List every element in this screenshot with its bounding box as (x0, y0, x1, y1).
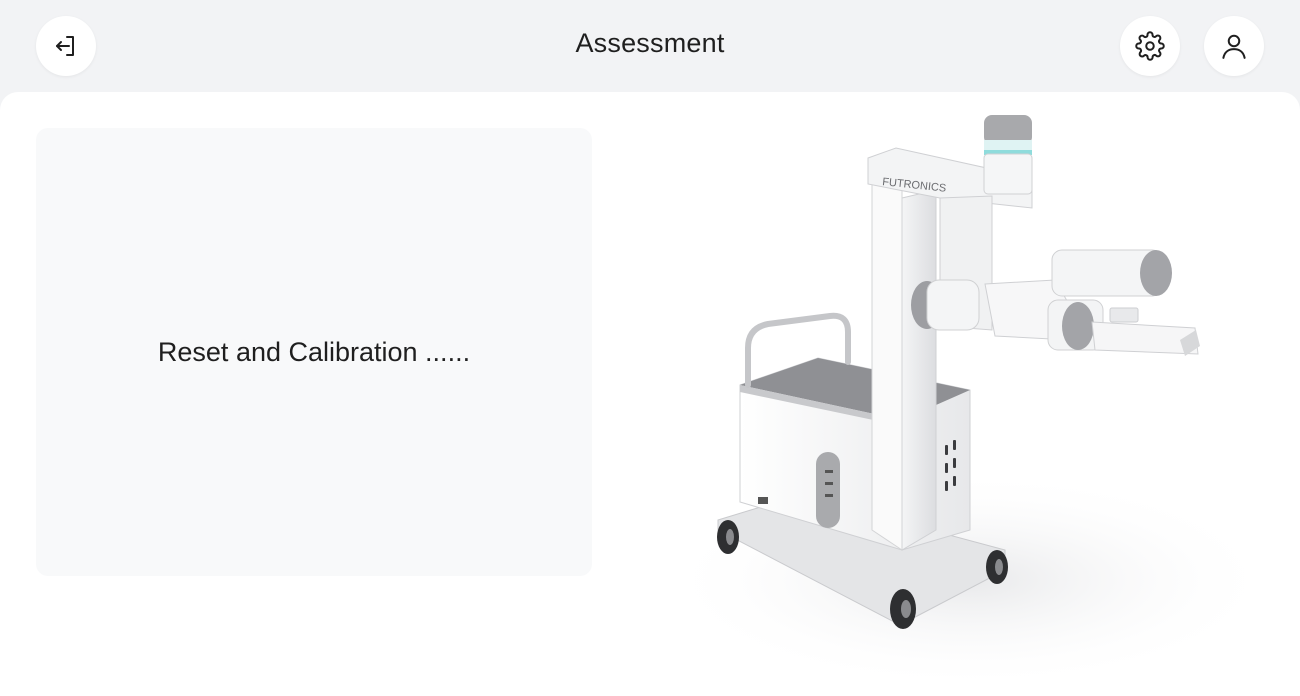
profile-button[interactable] (1204, 16, 1264, 76)
gear-icon (1135, 31, 1165, 61)
robot-device-image: FUTRONICS (640, 100, 1280, 693)
settings-button[interactable] (1120, 16, 1180, 76)
main-panel: Reset and Calibration ...... FUTRONICS (0, 92, 1300, 696)
status-message: Reset and Calibration ...... (157, 336, 471, 367)
status-card: Reset and Calibration ...... (36, 128, 592, 576)
page-title: Assessment (575, 28, 725, 58)
user-icon (1219, 31, 1249, 61)
top-bar: Assessment (0, 0, 1300, 92)
